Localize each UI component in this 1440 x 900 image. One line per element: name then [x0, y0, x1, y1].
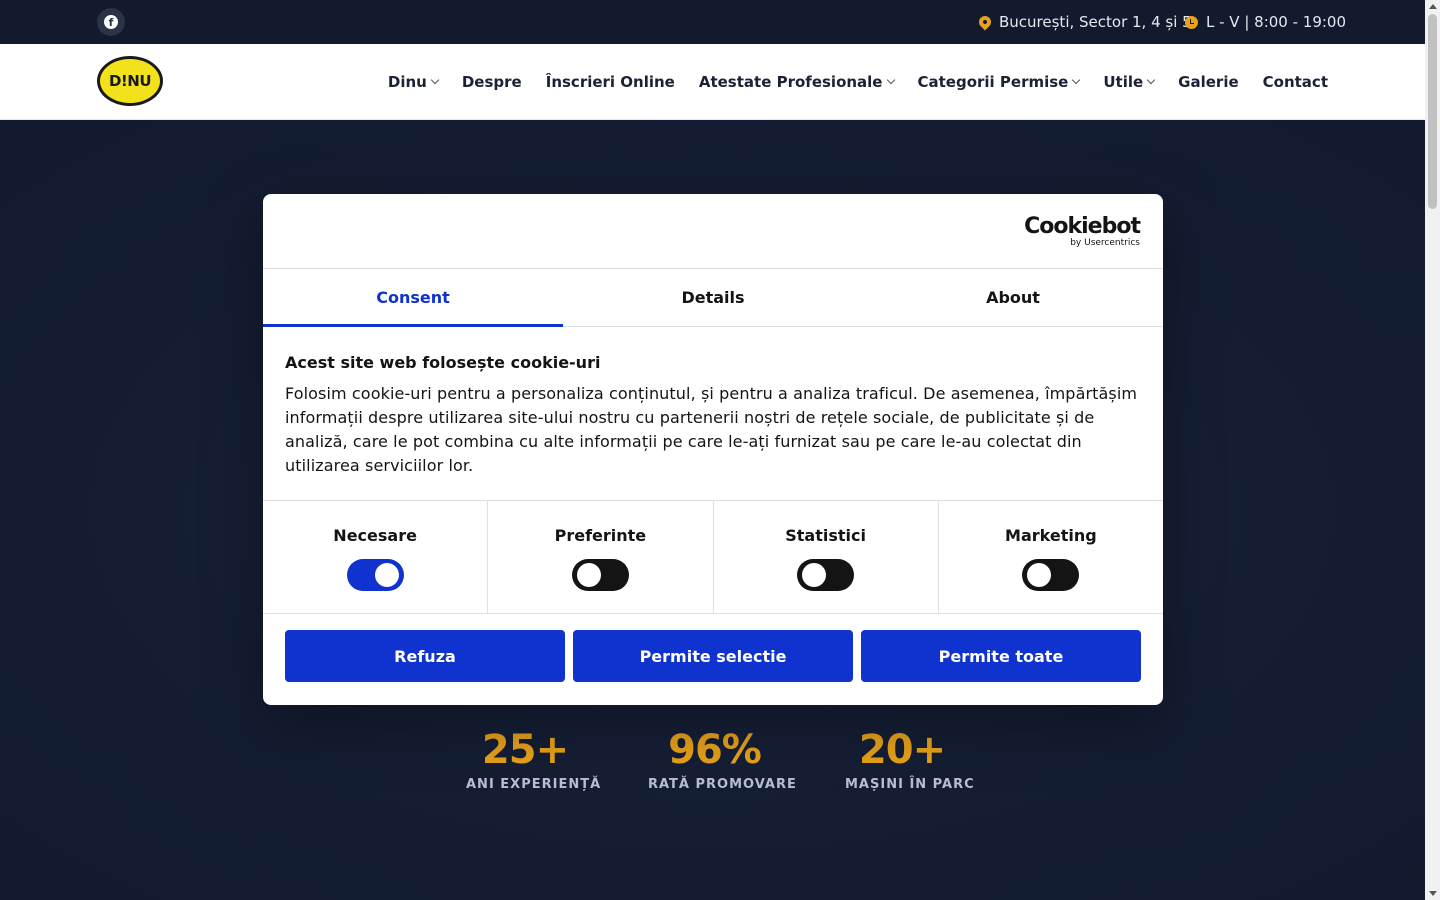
nav-label: Despre — [461, 73, 522, 91]
scroll-up-arrow-icon[interactable] — [1429, 4, 1437, 9]
toggle-cell-marketing: Marketing — [939, 501, 1163, 613]
nav-item-utile[interactable]: Utile — [1103, 73, 1156, 91]
logo-text: D!NU — [108, 72, 152, 90]
stat-experience: 25+ ANI EXPERIENȚĂ — [466, 727, 602, 792]
address-info: București, Sector 1, 4 și 5 — [976, 0, 1192, 44]
nav-item-despre[interactable]: Despre — [462, 73, 522, 91]
nav-label: Înscrieri Online — [545, 73, 675, 91]
stat-label: ANI EXPERIENȚĂ — [466, 777, 602, 792]
refuse-button[interactable]: Refuza — [285, 630, 565, 682]
stat-label: MAȘINI ÎN PARC — [845, 777, 975, 792]
consent-actions: Refuza Permite selectie Permite toate — [263, 614, 1163, 698]
nav-item-contact[interactable]: Contact — [1263, 73, 1328, 91]
toggle-cell-statistici: Statistici — [714, 501, 939, 613]
chevron-down-icon — [886, 75, 895, 85]
toggle-necesare[interactable] — [346, 559, 404, 591]
consent-title: Acest site web folosește cookie-uri — [285, 353, 601, 372]
toggle-preferinte[interactable] — [571, 559, 629, 591]
nav-label: Galerie — [1178, 73, 1239, 91]
nav-item-dinu[interactable]: Dinu — [387, 73, 440, 91]
cookiebot-logo: Cookiebot by Usercentrics — [1024, 214, 1141, 249]
stat-value: 25+ — [481, 727, 569, 773]
tab-about[interactable]: About — [863, 269, 1163, 326]
facebook-icon: f — [104, 15, 118, 29]
stat-value: 96% — [668, 727, 762, 773]
nav-label: Utile — [1103, 73, 1144, 91]
consent-text: Folosim cookie-uri pentru a personaliza … — [285, 384, 1138, 475]
hours-text: L - V | 8:00 - 19:00 — [1206, 13, 1347, 31]
dialog-header: Cookiebot by Usercentrics — [263, 194, 1163, 269]
top-bar: f București, Sector 1, 4 și 5 L - V | 8:… — [0, 0, 1425, 44]
stat-cars: 20+ MAȘINI ÎN PARC — [845, 727, 975, 792]
tab-details[interactable]: Details — [563, 269, 863, 326]
clock-icon — [1185, 15, 1198, 29]
toggle-label: Marketing — [1005, 526, 1097, 545]
consent-body: Acest site web folosește cookie-uri Folo… — [263, 327, 1163, 501]
site-logo[interactable]: D!NU — [97, 56, 163, 106]
cookie-consent-dialog: Cookiebot by Usercentrics Consent Detail… — [263, 194, 1163, 705]
toggle-cell-preferinte: Preferinte — [488, 501, 714, 613]
nav-item-inscrieri[interactable]: Înscrieri Online — [546, 73, 675, 91]
toggle-marketing[interactable] — [1022, 559, 1080, 591]
chevron-down-icon — [1146, 75, 1156, 85]
nav-item-galerie[interactable]: Galerie — [1178, 73, 1238, 91]
nav-label: Contact — [1262, 73, 1328, 91]
stat-value: 20+ — [858, 727, 946, 773]
facebook-link[interactable]: f — [97, 8, 125, 36]
toggle-label: Necesare — [333, 526, 417, 545]
cookie-category-toggles: Necesare Preferinte Statistici Marketing — [263, 501, 1163, 614]
consent-tabs: Consent Details About — [263, 269, 1163, 327]
stat-pass-rate: 96% RATĂ PROMOVARE — [648, 727, 797, 792]
main-nav: Dinu Despre Înscrieri Online Atestate Pr… — [388, 44, 1328, 120]
allow-selection-button[interactable]: Permite selectie — [573, 630, 853, 682]
cookiebot-brand: Cookiebot — [1024, 214, 1141, 239]
cookiebot-brand-sub: by Usercentrics — [1070, 238, 1140, 248]
allow-all-button[interactable]: Permite toate — [861, 630, 1141, 682]
toggle-cell-necesare: Necesare — [263, 501, 489, 613]
scroll-thumb[interactable] — [1428, 14, 1437, 209]
nav-label: Categorii Permise — [917, 73, 1069, 91]
chevron-down-icon — [1072, 75, 1081, 85]
tab-consent[interactable]: Consent — [263, 269, 563, 327]
nav-label: Atestate Profesionale — [698, 73, 883, 91]
scroll-down-arrow-icon[interactable] — [1429, 891, 1437, 896]
toggle-label: Statistici — [785, 526, 866, 545]
nav-item-categorii[interactable]: Categorii Permise — [917, 73, 1081, 91]
stat-label: RATĂ PROMOVARE — [648, 777, 797, 792]
address-text: București, Sector 1, 4 și 5 — [999, 13, 1192, 31]
hours-info: L - V | 8:00 - 19:00 — [1185, 0, 1346, 44]
nav-label: Dinu — [387, 73, 427, 91]
page-scrollbar[interactable] — [1425, 0, 1440, 900]
map-pin-icon — [976, 13, 994, 31]
toggle-label: Preferinte — [554, 526, 647, 545]
chevron-down-icon — [430, 75, 440, 85]
toggle-statistici[interactable] — [797, 559, 855, 591]
nav-item-atestate[interactable]: Atestate Profesionale — [698, 73, 895, 91]
site-header: D!NU Dinu Despre Înscrieri Online Atesta… — [0, 44, 1425, 120]
